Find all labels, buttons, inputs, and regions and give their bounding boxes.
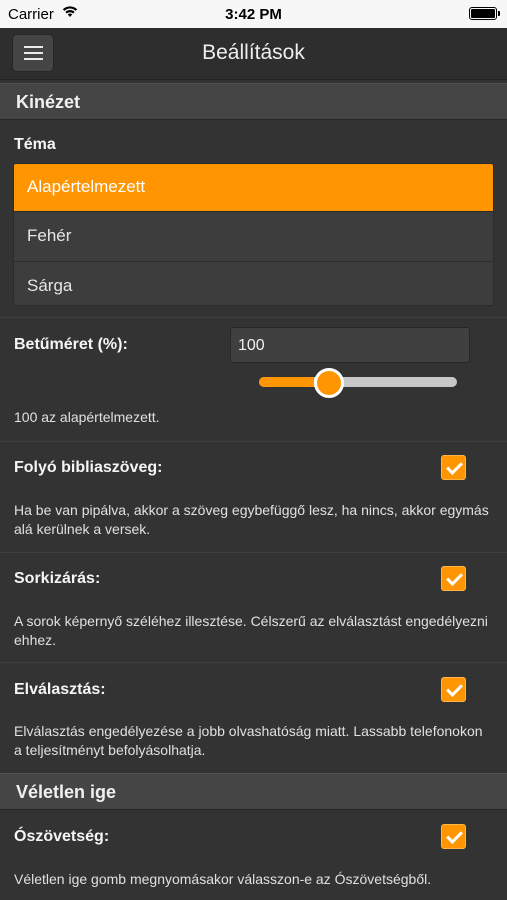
divider — [0, 317, 507, 318]
justify-label: Sorkizárás: — [14, 570, 101, 587]
clock: 3:42 PM — [225, 6, 282, 23]
theme-list: Alapértelmezett Fehér Sárga — [13, 163, 494, 306]
slider-fill — [259, 377, 314, 387]
section-header-appearance: Kinézet — [0, 83, 507, 120]
old-testament-checkbox[interactable] — [441, 824, 466, 849]
battery-icon — [469, 7, 500, 20]
theme-option-white[interactable]: Fehér — [14, 212, 493, 262]
continuous-text-description: Ha be van pipálva, akkor a szöveg egybef… — [14, 502, 489, 537]
font-size-label: Betűméret (%): — [14, 336, 128, 353]
hyphenation-label: Elválasztás: — [14, 681, 106, 698]
divider — [0, 552, 507, 553]
hyphenation-description: Elválasztás engedélyezése a jobb olvasha… — [14, 723, 483, 758]
navigation-bar: Beállítások — [0, 28, 507, 80]
section-header-random-verse: Véletlen ige — [0, 773, 507, 810]
continuous-text-checkbox[interactable] — [441, 455, 466, 480]
hyphenation-checkbox[interactable] — [441, 677, 466, 702]
hamburger-menu-icon — [24, 46, 43, 48]
page-title: Beállítások — [202, 41, 305, 64]
divider — [0, 441, 507, 442]
menu-button[interactable] — [12, 34, 54, 72]
status-bar: Carrier 3:42 PM — [0, 0, 507, 28]
theme-option-default[interactable]: Alapértelmezett — [14, 164, 493, 212]
divider — [0, 662, 507, 663]
old-testament-label: Ószövetség: — [14, 828, 110, 845]
justify-description: A sorok képernyő széléhez illesztése. Cé… — [14, 613, 488, 648]
theme-option-yellow[interactable]: Sárga — [14, 262, 493, 305]
font-size-hint: 100 az alapértelmezett. — [14, 409, 160, 425]
old-testament-description: Véletlen ige gomb megnyomásakor válasszo… — [14, 871, 432, 887]
theme-label: Téma — [14, 136, 56, 153]
continuous-text-label: Folyó bibliaszöveg: — [14, 459, 163, 476]
font-size-input[interactable]: 100 — [230, 327, 470, 363]
font-size-slider[interactable] — [259, 368, 457, 398]
slider-thumb[interactable] — [314, 368, 344, 398]
justify-checkbox[interactable] — [441, 566, 466, 591]
